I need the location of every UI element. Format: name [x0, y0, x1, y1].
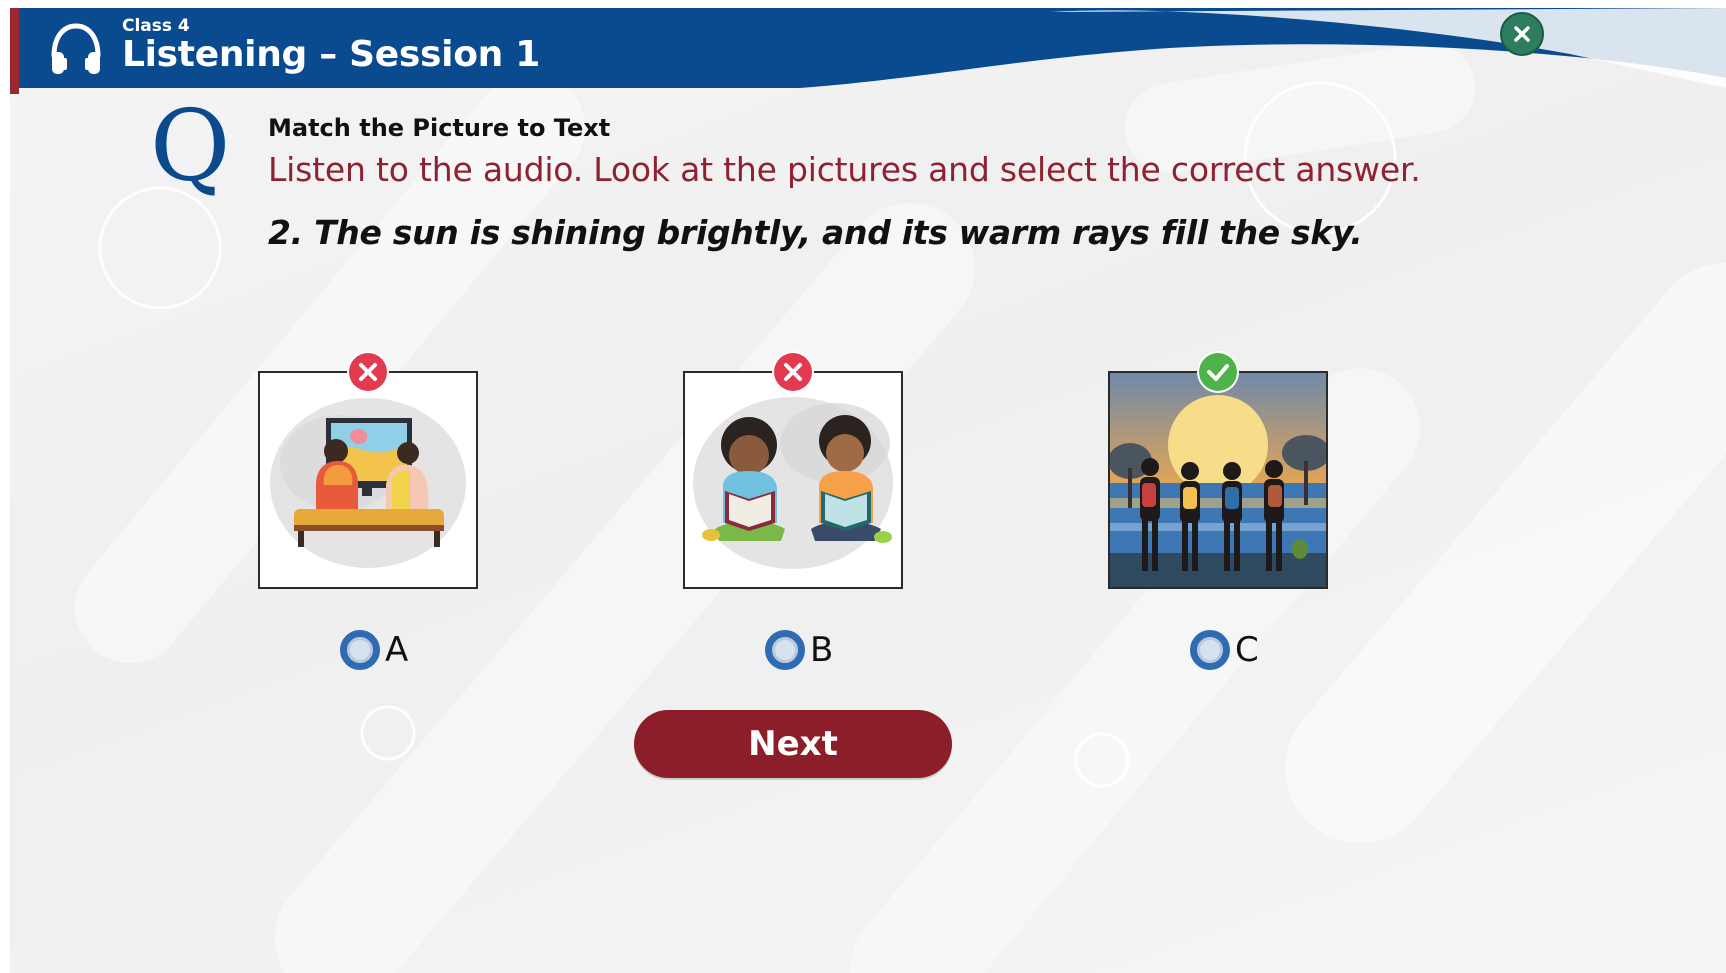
friends-watching-sunset-image	[1110, 373, 1326, 587]
option-c-radio[interactable]: C	[1190, 628, 1259, 672]
close-button[interactable]	[1500, 12, 1544, 56]
option-a-image[interactable]	[258, 371, 478, 589]
option-letter: A	[385, 630, 409, 670]
option-a: A	[258, 351, 478, 696]
question-q-icon: Q	[150, 90, 230, 204]
radio-button[interactable]	[765, 630, 805, 670]
session-title: Listening – Session 1	[122, 34, 540, 75]
option-b: B	[683, 351, 903, 696]
radio-button[interactable]	[340, 630, 380, 670]
option-c: C	[1108, 351, 1328, 696]
option-a-radio[interactable]: A	[340, 628, 408, 672]
cross-icon	[347, 351, 389, 393]
question-badge: Q	[148, 90, 240, 214]
question-sentence: 2. The sun is shining brightly, and its …	[268, 213, 1363, 252]
header-bar: Class 4 Listening – Session 1	[10, 8, 1726, 118]
question-type: Match the Picture to Text	[268, 114, 611, 142]
option-letter: B	[810, 630, 834, 670]
svg-text:Q: Q	[150, 104, 230, 204]
next-button[interactable]: Next	[634, 710, 952, 778]
option-b-image[interactable]	[683, 371, 903, 589]
children-watching-tv-image	[260, 373, 476, 587]
option-c-image[interactable]	[1108, 371, 1328, 589]
cross-icon	[772, 351, 814, 393]
headphones-icon	[51, 23, 101, 74]
option-b-radio[interactable]: B	[765, 628, 833, 672]
question-instruction: Listen to the audio. Look at the picture…	[268, 150, 1421, 189]
children-reading-books-image	[685, 373, 901, 587]
activity-screen: Class 4 Listening – Session 1 Q Match th…	[10, 8, 1726, 973]
option-letter: C	[1235, 630, 1259, 670]
class-label: Class 4	[122, 16, 190, 36]
check-icon	[1197, 351, 1239, 393]
radio-button[interactable]	[1190, 630, 1230, 670]
header-accent-strip	[10, 8, 19, 94]
close-icon	[1514, 26, 1530, 42]
